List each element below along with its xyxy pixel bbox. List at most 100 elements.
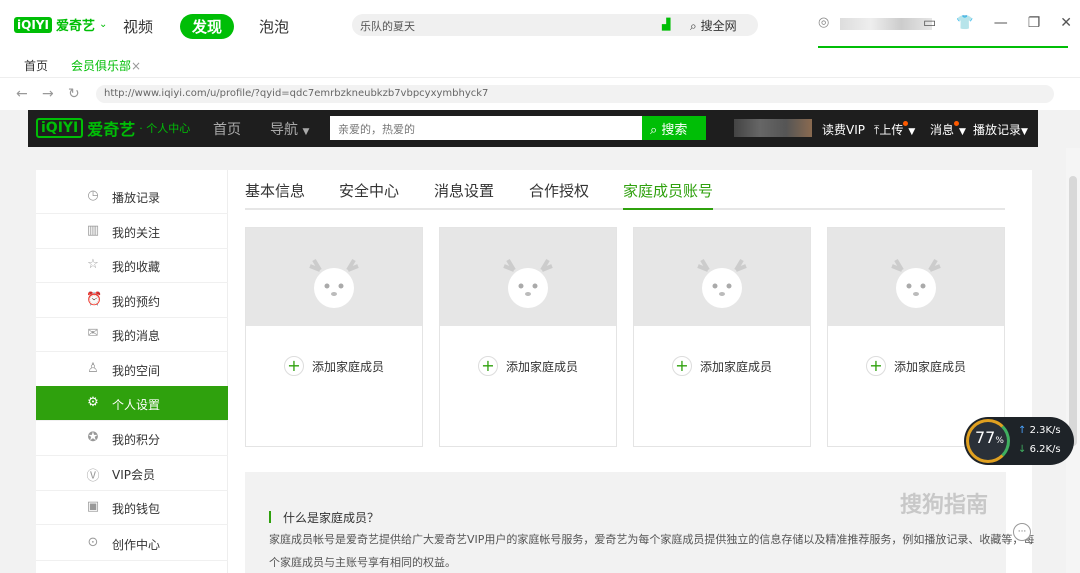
family-member-card[interactable]: + 添加家庭成员 bbox=[633, 227, 811, 447]
search-all-button[interactable]: ⌕ 搜全网 bbox=[690, 17, 737, 34]
avatar-placeholder bbox=[828, 228, 1004, 326]
app-brand: 爱奇艺 bbox=[55, 19, 95, 34]
info-text-line2: 个家庭成员与主账号享有相同的权益。 bbox=[269, 556, 456, 569]
site-logo[interactable]: iQIYI 爱奇艺 · 个人中心 bbox=[36, 116, 190, 140]
site-home-link[interactable]: 首页 bbox=[213, 119, 241, 139]
tab-basic-info[interactable]: 基本信息 bbox=[245, 180, 305, 210]
family-member-card[interactable]: + 添加家庭成员 bbox=[245, 227, 423, 447]
tab-close-icon[interactable]: × bbox=[131, 59, 141, 73]
user-avatar-blurred[interactable] bbox=[734, 119, 812, 137]
add-family-member-button[interactable]: + 添加家庭成员 bbox=[866, 356, 966, 376]
sidebar-item-space[interactable]: ♙ 我的空间 bbox=[36, 352, 228, 387]
message-icon[interactable]: ▭ bbox=[923, 15, 936, 31]
site-search-input[interactable]: 亲爱的，热爱的 bbox=[330, 116, 642, 140]
tab-home[interactable]: 首页 bbox=[24, 57, 48, 74]
sidebar-item-messages[interactable]: ✉ 我的消息 bbox=[36, 317, 228, 352]
tab-message-settings[interactable]: 消息设置 bbox=[434, 180, 494, 210]
close-icon[interactable]: ✕ bbox=[1060, 15, 1072, 31]
window-controls: ▭ 👕 — ❐ ✕ bbox=[923, 15, 1072, 31]
sidebar-item-follow[interactable]: ▥ 我的关注 bbox=[36, 214, 228, 249]
sidebar-item-settings[interactable]: ⚙ 个人设置 bbox=[36, 386, 228, 421]
hot-chart-icon[interactable]: ▟ bbox=[662, 18, 670, 31]
restore-icon[interactable]: ❐ bbox=[1028, 15, 1041, 31]
arrow-down-icon: ↓ bbox=[1018, 444, 1027, 455]
deer-avatar-icon bbox=[503, 258, 553, 308]
chat-bubble-icon[interactable]: ··· bbox=[1013, 523, 1031, 541]
upload-speed-value: 2.3K/s bbox=[1029, 425, 1061, 436]
sidebar-item-label: 个人设置 bbox=[112, 398, 161, 412]
url-field[interactable]: http://www.iqiyi.com/u/profile/?qyid=qdc… bbox=[96, 85, 1054, 103]
sidebar-item-label: 我的预约 bbox=[112, 295, 161, 309]
history-menu[interactable]: 播放记录▼ bbox=[973, 121, 1028, 138]
sidebar-item-wallet[interactable]: ▣ 我的钱包 bbox=[36, 490, 228, 525]
site-search-button[interactable]: ⌕ 搜索 bbox=[642, 116, 706, 140]
minimize-icon[interactable]: — bbox=[994, 15, 1008, 31]
sidebar-item-favorites[interactable]: ☆ 我的收藏 bbox=[36, 248, 228, 283]
upload-menu[interactable]: ⤒上传 ▼ bbox=[874, 121, 915, 138]
skin-icon[interactable]: 👕 bbox=[956, 15, 973, 31]
avatar-placeholder bbox=[246, 228, 422, 326]
notify-dot bbox=[903, 121, 909, 126]
tab-security[interactable]: 安全中心 bbox=[339, 180, 399, 210]
iqiyi-logo-icon: iQIYI bbox=[14, 16, 52, 33]
person-icon: ♙ bbox=[87, 361, 99, 376]
user-icon[interactable]: ◎ bbox=[818, 15, 829, 30]
add-family-label: 添加家庭成员 bbox=[506, 359, 579, 374]
vip-link[interactable]: 读费VIP bbox=[822, 121, 865, 138]
site-header: iQIYI 爱奇艺 · 个人中心 首页 导航 ▼ 亲爱的，热爱的 ⌕ 搜索 读费… bbox=[28, 110, 1038, 147]
sidebar-item-label: 创作中心 bbox=[112, 538, 161, 552]
message-menu[interactable]: 消息 ▼ bbox=[930, 121, 966, 138]
refresh-icon[interactable]: ↻ bbox=[68, 86, 80, 102]
plus-icon: + bbox=[478, 356, 498, 376]
tab-family-accounts[interactable]: 家庭成员账号 bbox=[623, 180, 714, 210]
browser-tabbar: 首页 会员俱乐部× bbox=[0, 50, 1080, 78]
sidebar-item-reservations[interactable]: ⏰ 我的预约 bbox=[36, 283, 228, 318]
site-search-label: 搜索 bbox=[661, 123, 688, 138]
nav-discover[interactable]: 发现 bbox=[180, 14, 235, 39]
sidebar-item-label: 我的消息 bbox=[112, 329, 161, 343]
search-icon: ⌕ bbox=[650, 123, 658, 138]
add-family-member-button[interactable]: + 添加家庭成员 bbox=[672, 356, 772, 376]
app-search-input[interactable]: 乐队的夏天 bbox=[360, 18, 415, 34]
scrollbar-thumb[interactable] bbox=[1069, 176, 1077, 446]
plus-icon: + bbox=[284, 356, 304, 376]
caret-down-icon: ▼ bbox=[908, 127, 916, 137]
star-icon: ☆ bbox=[87, 257, 99, 272]
forward-arrow-icon[interactable]: → bbox=[42, 86, 54, 102]
family-member-card[interactable]: + 添加家庭成员 bbox=[439, 227, 617, 447]
medal-icon: ✪ bbox=[87, 430, 99, 445]
search-icon: ⌕ bbox=[690, 19, 697, 33]
sidebar-item-vip[interactable]: Ⓥ VIP会员 bbox=[36, 456, 228, 491]
site-nav-label: 导航 bbox=[270, 122, 298, 138]
mail-icon: ✉ bbox=[87, 326, 99, 341]
back-arrow-icon[interactable]: ← bbox=[16, 86, 28, 102]
usage-percent-unit: % bbox=[995, 436, 1004, 446]
add-family-label: 添加家庭成员 bbox=[312, 359, 385, 374]
add-family-member-button[interactable]: + 添加家庭成员 bbox=[478, 356, 578, 376]
site-nav-menu[interactable]: 导航 ▼ bbox=[270, 119, 309, 139]
tab-authorization[interactable]: 合作授权 bbox=[529, 180, 589, 210]
sidebar-item-label: 我的收藏 bbox=[112, 260, 161, 274]
family-member-card[interactable]: + 添加家庭成员 bbox=[827, 227, 1005, 447]
nav-video[interactable]: 视频 bbox=[123, 16, 153, 37]
app-search-box[interactable]: 乐队的夏天 ▟ ⌕ 搜全网 bbox=[352, 14, 758, 36]
page-scrollbar[interactable] bbox=[1066, 148, 1080, 573]
address-bar-row: ← → ↻ http://www.iqiyi.com/u/profile/?qy… bbox=[0, 78, 1080, 110]
app-logo[interactable]: iQIYI 爱奇艺 ⌄ bbox=[14, 15, 107, 34]
info-question: 什么是家庭成员？ bbox=[283, 511, 380, 525]
app-titlebar: iQIYI 爱奇艺 ⌄ 视频 发现 泡泡 乐队的夏天 ▟ ⌕ 搜全网 ◎ ▭ 👕… bbox=[0, 0, 1080, 50]
caret-down-icon: ▼ bbox=[302, 127, 310, 137]
watermark: 搜狗指南 bbox=[900, 493, 989, 518]
add-family-member-button[interactable]: + 添加家庭成员 bbox=[284, 356, 384, 376]
sidebar-item-history[interactable]: ◷ 播放记录 bbox=[36, 179, 228, 214]
username-blurred[interactable] bbox=[840, 18, 932, 30]
sidebar-item-points[interactable]: ✪ 我的积分 bbox=[36, 421, 228, 456]
network-speed-widget[interactable]: 77% ↑ 2.3K/s ↓ 6.2K/s bbox=[964, 417, 1074, 465]
tab-member-club[interactable]: 会员俱乐部× bbox=[71, 57, 141, 74]
usage-percent-value: 77 bbox=[975, 428, 996, 447]
sidebar-item-label: VIP会员 bbox=[112, 468, 155, 482]
sidebar-item-creator[interactable]: ⊙ 创作中心 bbox=[36, 526, 228, 561]
deer-avatar-icon bbox=[891, 258, 941, 308]
nav-bubble[interactable]: 泡泡 bbox=[259, 16, 289, 37]
site-brand: 爱奇艺 bbox=[87, 120, 136, 139]
